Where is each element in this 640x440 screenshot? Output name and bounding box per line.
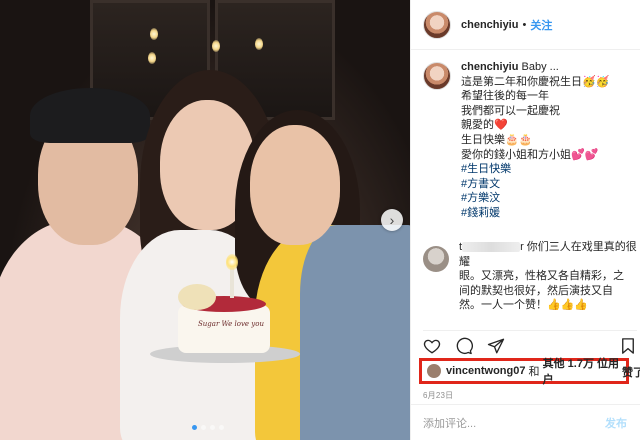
avatar[interactable]: [423, 10, 451, 39]
caption-avatar[interactable]: [423, 62, 451, 90]
liker-username[interactable]: vincentwong07: [446, 365, 525, 377]
comment-username-redacted: [462, 242, 521, 253]
liker-avatar: [427, 364, 441, 378]
header-username[interactable]: chenchiyiu: [461, 19, 518, 31]
carousel-dots: [192, 425, 224, 430]
hashtag-link[interactable]: #方樂汶: [461, 191, 609, 206]
caption-line: 我們都可以一起慶祝: [461, 104, 560, 117]
carousel-dot-active: [192, 425, 197, 430]
light-bulb: [148, 52, 156, 64]
caption-line: 這是第二年和你慶祝生日🥳🥳: [461, 75, 610, 88]
person-right-face: [250, 125, 340, 245]
caption-username[interactable]: chenchiyiu: [461, 61, 518, 73]
cake-text: Sugar We love you: [198, 320, 264, 328]
likes-count[interactable]: 其他 1.7万 位用户: [543, 355, 626, 387]
post-photo[interactable]: Sugar We love you ›: [0, 0, 410, 440]
baseball-cap: [30, 88, 150, 143]
comment-item: tr 你们三人在戏里真的很耀 眼。又漂亮，性格又各自精彩，之 间的默契也很好，然…: [423, 240, 637, 313]
caption-body: chenchiyiu Baby ... 這是第二年和你慶祝生日🥳🥳 希望往後的每…: [461, 60, 609, 221]
denim-jacket: [300, 225, 410, 440]
comment-avatar[interactable]: [423, 246, 449, 272]
light-bulb: [255, 38, 263, 50]
caption-line: 親愛的❤️: [461, 119, 508, 132]
candle: [230, 268, 234, 298]
caption-line: 生日快樂🎂🎂: [461, 133, 533, 146]
action-bar: [423, 330, 637, 354]
hashtag-link[interactable]: #錢莉媛: [461, 206, 609, 221]
caption-line: 希望往後的每一年: [461, 90, 549, 103]
comment-text: 间的默契也很好，然后演技又自: [459, 284, 613, 297]
caption-line: 愛你的錢小姐和方小姐💕💕: [461, 148, 599, 161]
comment-text: 然。一人一个赞！👍👍👍: [459, 299, 589, 312]
caption-first-line: chenchiyiu Baby ...: [461, 60, 609, 75]
add-comment-bar: 添加评论... 发布: [411, 404, 640, 440]
post-comment-button[interactable]: 发布: [605, 415, 627, 431]
comment-text: 眼。又漂亮，性格又各自精彩，之: [459, 270, 624, 283]
light-bulb: [212, 40, 220, 52]
likes-joiner: 和: [528, 366, 540, 378]
carousel-dot: [201, 425, 206, 430]
post-header: chenchiyiu • 关注: [411, 0, 640, 50]
share-icon[interactable]: [487, 337, 505, 355]
chevron-right-icon[interactable]: ›: [381, 209, 403, 231]
carousel-dot: [210, 425, 215, 430]
birthday-cake: [178, 305, 270, 353]
post-date[interactable]: 6月23日: [423, 390, 453, 401]
comment-icon[interactable]: [455, 337, 473, 355]
follow-button[interactable]: 关注: [530, 17, 552, 33]
bookmark-icon[interactable]: [619, 337, 637, 355]
cake-flower: [178, 284, 216, 310]
comment-input[interactable]: 添加评论...: [423, 415, 476, 431]
header-separator: •: [522, 18, 527, 31]
post-side-panel: chenchiyiu • 关注 chenchiyiu Baby ... 這是第二…: [410, 0, 640, 440]
carousel-dot: [219, 425, 224, 430]
likes-suffix: 赞了: [622, 367, 640, 379]
light-bulb: [150, 28, 158, 40]
hashtag-link[interactable]: #生日快樂: [461, 162, 609, 177]
caption: chenchiyiu Baby ... 這是第二年和你慶祝生日🥳🥳 希望往後的每…: [423, 60, 637, 221]
hashtag-link[interactable]: #方書文: [461, 177, 609, 192]
likes-summary[interactable]: vincentwong07 和 其他 1.7万 位用户 赞了: [419, 355, 640, 387]
heart-icon[interactable]: [423, 337, 441, 355]
comment-body: tr 你们三人在戏里真的很耀 眼。又漂亮，性格又各自精彩，之 间的默契也很好，然…: [459, 240, 637, 313]
caption-first-text: Baby ...: [521, 61, 559, 73]
comment-username-tail[interactable]: r: [520, 241, 524, 253]
candle-flame: [226, 254, 238, 270]
